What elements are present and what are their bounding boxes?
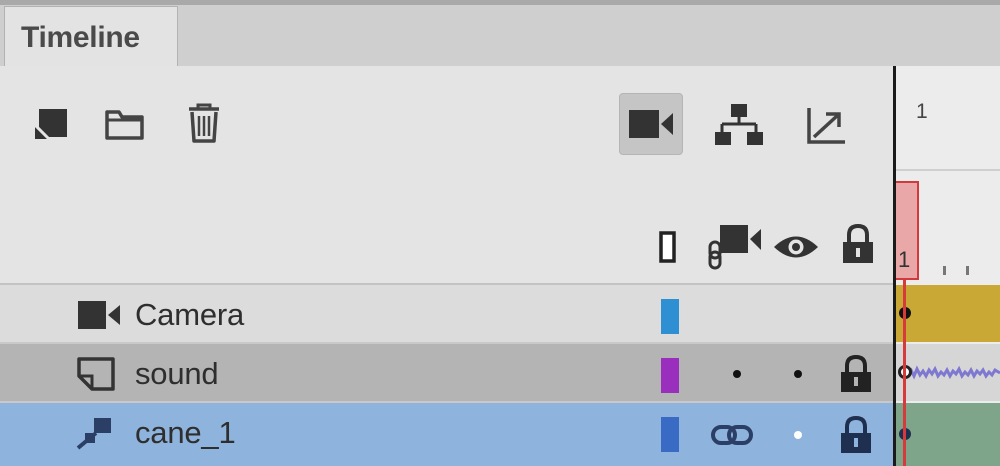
layer-name-sound[interactable]: sound: [135, 356, 219, 392]
panel-tab-bar: Timeline: [0, 0, 1000, 66]
playhead[interactable]: 1: [893, 181, 919, 280]
tab-timeline-label: Timeline: [21, 21, 140, 54]
current-frame-number: 1: [898, 247, 911, 272]
eye-icon[interactable]: [772, 232, 820, 262]
new-layer-icon[interactable]: [33, 107, 71, 141]
layer-panel: Camera sound cane_1: [0, 66, 893, 466]
playhead-line: [903, 280, 906, 466]
visibility-toggle-dot[interactable]: [794, 370, 802, 378]
visibility-toggle-dot[interactable]: [794, 431, 802, 439]
new-folder-icon[interactable]: [104, 106, 146, 142]
frame-span-camera[interactable]: [893, 285, 1000, 342]
layer-icon: [77, 357, 115, 391]
delete-icon[interactable]: [186, 102, 222, 144]
layer-row-camera[interactable]: Camera: [0, 285, 893, 344]
frame-ruler-separator: [893, 169, 1000, 171]
lock-icon[interactable]: [838, 415, 874, 455]
frame-span-sound[interactable]: [893, 344, 1000, 401]
panel-divider[interactable]: [893, 66, 896, 466]
layer-name-cane-1[interactable]: cane_1: [135, 415, 236, 451]
camera-layer-icon: [78, 301, 120, 329]
camera-icon: [629, 110, 673, 138]
lock-icon[interactable]: [840, 223, 876, 265]
layer-row-cane-1[interactable]: cane_1: [0, 403, 893, 466]
attach-toggle-dot[interactable]: [733, 370, 741, 378]
layer-color-tag[interactable]: [661, 417, 679, 452]
sound-waveform: [907, 365, 1000, 380]
ruler-tick: [966, 266, 969, 275]
ruler-tick: [943, 266, 946, 275]
frame-ruler-label: 1: [916, 100, 928, 123]
frame-area[interactable]: 1 1: [893, 66, 1000, 466]
outline-icon[interactable]: [658, 231, 678, 263]
layer-color-tag[interactable]: [661, 299, 679, 334]
layer-parenting-icon[interactable]: [714, 103, 764, 147]
link-icon[interactable]: [710, 423, 754, 447]
layer-color-tag[interactable]: [661, 358, 679, 393]
layer-name-camera[interactable]: Camera: [135, 297, 244, 333]
timeline-panel: Timeline Camera sound cane_1 1 1: [0, 0, 1000, 466]
attach-to-camera-icon[interactable]: [706, 222, 762, 270]
parented-layer-icon: [76, 418, 111, 450]
layer-row-sound[interactable]: sound: [0, 344, 893, 403]
paste-motion-icon[interactable]: [805, 106, 847, 146]
tab-timeline[interactable]: Timeline: [4, 6, 178, 66]
camera-toggle-button[interactable]: [619, 93, 683, 155]
frame-span-cane-1[interactable]: [893, 403, 1000, 466]
lock-icon[interactable]: [838, 354, 874, 394]
